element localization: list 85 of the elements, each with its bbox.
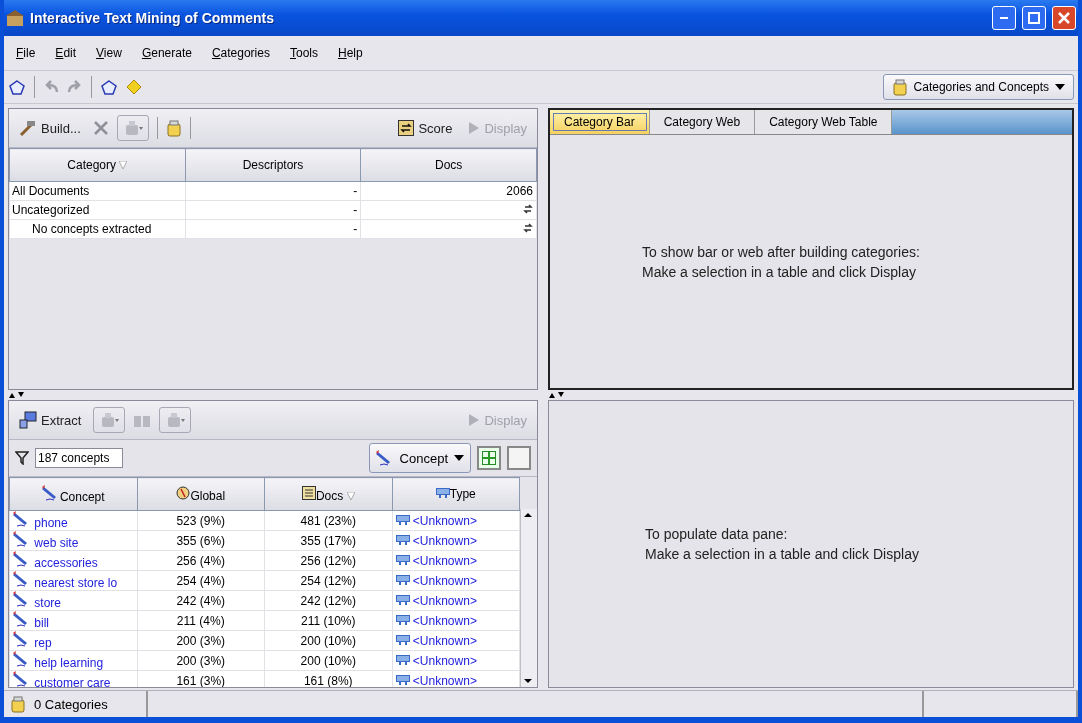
filter-field[interactable]: 187 concepts: [35, 448, 123, 468]
view-selector[interactable]: Categories and Concepts: [882, 74, 1074, 100]
close-icon: [1058, 12, 1070, 24]
sort-icon: [346, 491, 355, 500]
menu-item[interactable]: View: [96, 46, 122, 60]
plain-toggle[interactable]: [507, 446, 531, 470]
app-icon: [6, 9, 24, 27]
menu-item[interactable]: Help: [338, 46, 363, 60]
sort-icon: [119, 161, 128, 169]
concept-cell[interactable]: accessories: [9, 550, 137, 571]
caret-icon: [454, 455, 464, 461]
pentagon-icon: [8, 79, 26, 95]
dropdown-button[interactable]: [93, 407, 126, 433]
tag-icon: [395, 534, 410, 545]
tab[interactable]: Category Web Table: [755, 110, 893, 134]
hint-text: Make a selection in a table and click Display: [642, 262, 917, 282]
tag-icon: [395, 674, 410, 685]
minimize-icon: [1000, 17, 1008, 19]
maximize-button[interactable]: [1022, 6, 1046, 30]
hint-text: To populate data pane:: [645, 525, 789, 544]
undo-icon: [43, 80, 59, 94]
tag-icon: [395, 614, 410, 625]
extract-icon: [19, 411, 37, 429]
jar-icon: [891, 78, 908, 96]
global-icon: [176, 485, 191, 500]
column-header[interactable]: Type: [392, 477, 520, 511]
pentagon-icon: [100, 79, 118, 95]
splitter-arrows-icon: [8, 391, 26, 399]
concept-cell[interactable]: help learning: [9, 650, 137, 671]
refresh-icon: [398, 120, 415, 136]
tab[interactable]: Category Bar: [550, 110, 650, 134]
document-icon: [301, 485, 316, 500]
tag-icon: [435, 488, 450, 498]
score-button[interactable]: Score: [394, 115, 457, 141]
tag-icon: [395, 554, 410, 565]
dropdown-button[interactable]: [116, 115, 149, 141]
menu-item[interactable]: Tools: [289, 46, 318, 60]
hint-text: Make a selection in a table and click Display: [645, 545, 920, 564]
scrollbar[interactable]: [520, 509, 537, 687]
close-button[interactable]: [1052, 6, 1076, 30]
column-header[interactable]: Docs: [360, 148, 537, 182]
menu-item[interactable]: File: [16, 46, 36, 60]
tag-icon: [395, 594, 410, 605]
concept-cell[interactable]: phone: [9, 510, 137, 531]
concept-cell[interactable]: store: [9, 590, 137, 611]
delete-icon: [92, 120, 109, 136]
play-icon: [468, 121, 481, 135]
status-text: 0 Categories: [34, 696, 108, 712]
tag-icon: [395, 634, 410, 645]
build-button[interactable]: Build...: [15, 115, 85, 141]
column-header[interactable]: Concept: [9, 477, 137, 511]
concept-cell[interactable]: nearest store lo: [9, 570, 137, 591]
extract-button[interactable]: Extract: [15, 407, 86, 433]
concept-cell[interactable]: bill: [9, 610, 137, 631]
column-header[interactable]: Category: [9, 148, 186, 182]
column-header[interactable]: Global: [137, 477, 265, 511]
column-header[interactable]: Docs: [264, 477, 392, 511]
tag-icon: [395, 654, 410, 665]
caret-icon: [1055, 84, 1065, 90]
column-header[interactable]: Descriptors: [185, 148, 361, 182]
minimize-button[interactable]: [992, 6, 1016, 30]
maximize-icon: [1028, 12, 1040, 24]
play-icon: [468, 413, 481, 427]
tab[interactable]: Category Web: [649, 110, 756, 134]
redo-icon: [67, 80, 83, 94]
splitter-arrows-icon: [548, 391, 566, 399]
tag-icon: [395, 574, 410, 585]
concept-dropdown[interactable]: Concept: [368, 443, 471, 473]
dropdown-button[interactable]: [159, 407, 192, 433]
grid-toggle[interactable]: [477, 446, 501, 470]
filter-icon: [15, 451, 29, 465]
concept-cell[interactable]: web site: [9, 530, 137, 551]
menu-item[interactable]: Categories: [211, 46, 270, 60]
window-title: Interactive Text Mining of Comments: [30, 10, 275, 26]
menu-item[interactable]: Generate: [141, 46, 192, 60]
jar-icon: [165, 119, 182, 137]
refresh-icon: [523, 202, 533, 215]
hint-text: To show bar or web after building categories:: [642, 242, 921, 262]
menu-item[interactable]: Edit: [55, 46, 77, 60]
diamond-icon: [126, 79, 142, 95]
refresh-icon: [523, 221, 533, 234]
jar-icon: [10, 695, 26, 713]
concept-cell[interactable]: rep: [9, 630, 137, 651]
hammer-icon: [19, 120, 37, 136]
tag-icon: [395, 514, 410, 525]
